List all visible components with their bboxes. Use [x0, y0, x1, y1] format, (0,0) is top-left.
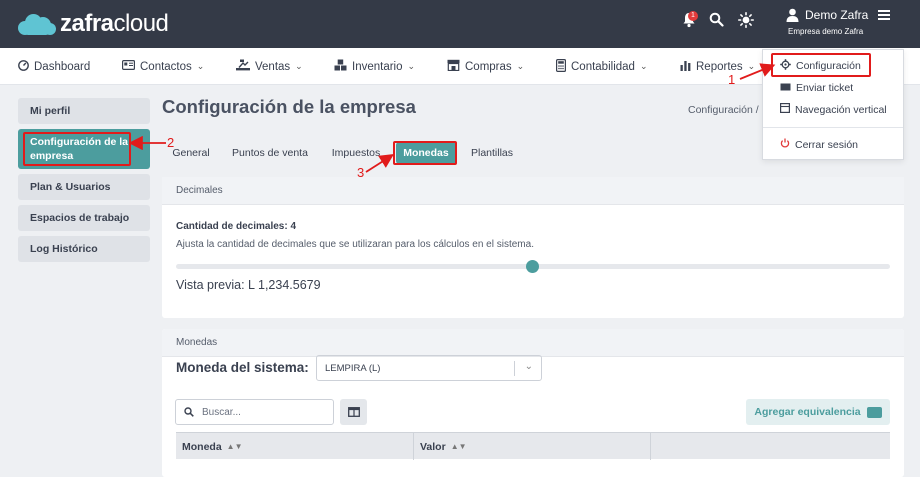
annotation-arrow-1 — [739, 63, 776, 80]
annotation-arrow-3 — [365, 154, 395, 173]
annotation-arrows — [128, 63, 776, 173]
